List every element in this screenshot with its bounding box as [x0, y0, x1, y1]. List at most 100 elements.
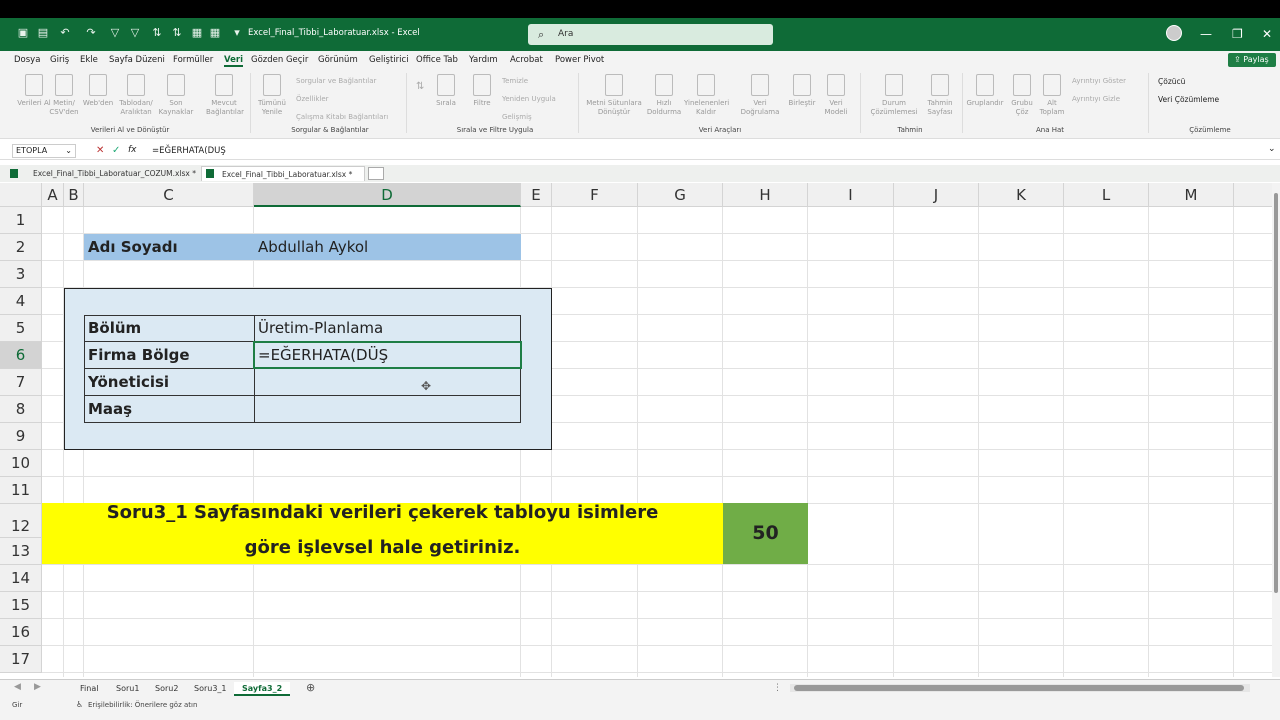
from-table-button[interactable]: Tablodan/ Aralıktan — [118, 74, 154, 117]
column-header-e[interactable]: E — [521, 183, 552, 207]
column-header-j[interactable]: J — [894, 183, 979, 207]
name-label[interactable]: Adı Soyadı — [84, 234, 178, 260]
expand-formula-icon[interactable]: ⌄ — [1268, 144, 1276, 154]
hide-detail-button[interactable]: Ayrıntıyı Gizle — [1072, 95, 1120, 103]
sort-icon-2[interactable]: ⇅ — [170, 26, 184, 40]
next-sheet-icon[interactable]: ▶ — [34, 682, 41, 692]
row-header-2[interactable]: 2 — [0, 234, 42, 261]
column-header-m[interactable]: M — [1149, 183, 1234, 207]
column-header-c[interactable]: C — [84, 183, 254, 207]
from-text-csv-button[interactable]: Metin/ CSV'den — [46, 74, 82, 117]
menu-dosya[interactable]: Dosya — [14, 55, 40, 65]
value-bolum[interactable]: Üretim-Planlama — [254, 315, 383, 341]
row-header-14[interactable]: 14 — [0, 565, 42, 592]
text-to-columns-button[interactable]: Metni Sütunlara Dönüştür — [584, 74, 644, 117]
from-web-button[interactable]: Web'den — [80, 74, 116, 108]
column-header-i[interactable]: I — [808, 183, 894, 207]
row-header-11[interactable]: 11 — [0, 477, 42, 504]
value-firma-bolge-editing[interactable]: =EĞERHATA(DÜŞ — [254, 342, 388, 368]
minimize-icon[interactable]: — — [1200, 27, 1212, 41]
menu-acrobat[interactable]: Acrobat — [510, 55, 543, 65]
filter-icon[interactable]: ▽ — [108, 26, 122, 40]
form-icon[interactable]: ▦ — [190, 26, 204, 40]
column-header-a[interactable]: A — [42, 183, 64, 207]
row-header-6[interactable]: 6 — [0, 342, 42, 369]
clear-button[interactable]: Temizle — [502, 77, 528, 85]
consolidate-button[interactable]: Birleştir — [784, 74, 820, 108]
row-header-5[interactable]: 5 — [0, 315, 42, 342]
h-scroll-thumb[interactable] — [794, 685, 1244, 691]
score-cell[interactable]: 50 — [723, 503, 808, 564]
column-header-d[interactable]: D — [254, 183, 521, 207]
search-box[interactable]: ⌕ Ara — [528, 24, 773, 45]
close-icon[interactable]: ✕ — [1262, 27, 1272, 41]
accessibility-status[interactable]: Erişilebilirlik: Önerilere göz atın — [88, 701, 197, 709]
column-header-n[interactable] — [1234, 183, 1272, 207]
row-header-8[interactable]: 8 — [0, 396, 42, 423]
row-header-4[interactable]: 4 — [0, 288, 42, 315]
workbook-tab-cozum[interactable]: Excel_Final_Tibbi_Laboratuar_COZUM.xlsx … — [13, 166, 201, 181]
column-header-l[interactable]: L — [1064, 183, 1149, 207]
label-yoneticisi[interactable]: Yöneticisi — [84, 369, 169, 395]
menu-ekle[interactable]: Ekle — [80, 55, 98, 65]
data-validation-button[interactable]: Veri Doğrulama — [738, 74, 782, 117]
sheet-tab-soru2[interactable]: Soru2 — [155, 682, 178, 696]
vertical-scrollbar[interactable] — [1272, 183, 1280, 677]
row-header-12[interactable]: 12 — [0, 504, 42, 538]
sheet-tab-soru1[interactable]: Soru1 — [116, 682, 139, 696]
menu-office-tab[interactable]: Office Tab — [416, 55, 458, 65]
data-model-button[interactable]: Veri Modeli — [818, 74, 854, 117]
subtotal-button[interactable]: Alt Toplam — [1034, 74, 1070, 117]
label-maas[interactable]: Maaş — [84, 396, 132, 422]
row-header-10[interactable]: 10 — [0, 450, 42, 477]
scroll-thumb[interactable] — [1274, 193, 1278, 593]
column-header-k[interactable]: K — [979, 183, 1064, 207]
workbook-tab-active[interactable]: Excel_Final_Tibbi_Laboratuar.xlsx * — [201, 166, 365, 181]
label-bolum[interactable]: Bölüm — [84, 315, 141, 341]
tab-options-icon[interactable]: ⋮ — [773, 683, 782, 693]
sheet-tab-sayfa3-2[interactable]: Sayfa3_2 — [234, 682, 291, 696]
column-header-b[interactable]: B — [64, 183, 84, 207]
label-firma-bolge[interactable]: Firma Bölge — [84, 342, 190, 368]
column-header-h[interactable]: H — [723, 183, 808, 207]
add-sheet-icon[interactable]: ⊕ — [306, 681, 315, 694]
sort-button[interactable]: Sırala — [428, 74, 464, 108]
advanced-button[interactable]: Gelişmiş — [502, 113, 532, 121]
cancel-icon[interactable]: ✕ — [96, 145, 104, 156]
column-header-f[interactable]: F — [552, 183, 638, 207]
menu-yardim[interactable]: Yardım — [469, 55, 498, 65]
name-box[interactable]: ETOPLA ⌄ — [12, 144, 76, 158]
new-tab-button[interactable] — [368, 167, 384, 180]
menu-power-pivot[interactable]: Power Pivot — [555, 55, 604, 65]
menu-gelistirici[interactable]: Geliştirici — [369, 55, 409, 65]
menu-formuller[interactable]: Formüller — [173, 55, 213, 65]
sort-icon[interactable]: ⇅ — [150, 26, 164, 40]
undo-icon[interactable]: ↶ — [58, 26, 72, 40]
sheet-tab-final[interactable]: Final — [80, 682, 98, 696]
menu-giris[interactable]: Giriş — [50, 55, 69, 65]
fx-icon[interactable]: fx — [128, 145, 137, 155]
forecast-sheet-button[interactable]: Tahmin Sayfası — [922, 74, 958, 117]
horizontal-scrollbar[interactable] — [790, 684, 1250, 692]
group-button[interactable]: Gruplandır — [964, 74, 1006, 108]
prev-sheet-icon[interactable]: ◀ — [14, 682, 21, 692]
save-icon[interactable]: ▤ — [36, 26, 50, 40]
share-button[interactable]: ⇪ Paylaş — [1228, 53, 1276, 67]
menu-veri[interactable]: Veri — [224, 55, 243, 67]
row-header-15[interactable]: 15 — [0, 592, 42, 619]
row-header-1[interactable]: 1 — [0, 207, 42, 234]
name-value[interactable]: Abdullah Aykol — [254, 234, 368, 260]
column-header-g[interactable]: G — [638, 183, 723, 207]
row-header-9[interactable]: 9 — [0, 423, 42, 450]
formula-input[interactable]: =EĞERHATA(DUŞ — [152, 146, 226, 156]
remove-duplicates-button[interactable]: Yinelenenleri Kaldır — [684, 74, 729, 117]
row-header-13[interactable]: 13 — [0, 538, 42, 565]
row-header-17[interactable]: 17 — [0, 646, 42, 673]
redo-icon[interactable]: ↷ — [84, 26, 98, 40]
sheet-tab-soru3-1[interactable]: Soru3_1 — [194, 682, 227, 696]
customize-qat-icon[interactable]: ▾ — [230, 26, 244, 40]
spreadsheet-grid[interactable]: A B C D E F G H I J K L M 1 2 3 4 5 6 7 … — [0, 183, 1272, 677]
menu-gorunum[interactable]: Görünüm — [318, 55, 358, 65]
data-analysis-button[interactable]: Veri Çözümleme — [1158, 95, 1219, 104]
reapply-button[interactable]: Yeniden Uygula — [502, 95, 556, 103]
